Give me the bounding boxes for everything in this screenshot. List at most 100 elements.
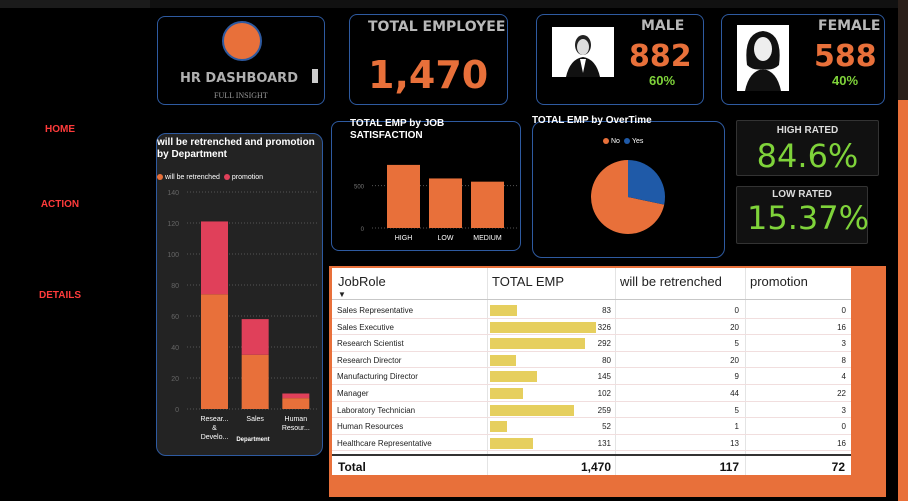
cell-retrenched: 5 (734, 339, 739, 349)
legend-dot-promotion (223, 174, 230, 181)
table-row[interactable]: Human Resources 52 1 0 (332, 418, 851, 435)
y-tick-label: 0 (175, 407, 179, 414)
cell-total-emp: 83 (602, 306, 611, 315)
bar-medium[interactable] (471, 181, 504, 228)
table-row[interactable]: Research Scientist 292 5 3 (332, 335, 851, 352)
legend-label-promotion: promotion (231, 174, 264, 181)
total-emp-databar (490, 338, 585, 350)
x-tick-label: LOW (438, 235, 454, 242)
bar-retrenched[interactable] (201, 294, 228, 409)
table-row[interactable]: Healthcare Representative 131 13 16 (332, 435, 851, 452)
cell-retrenched: 44 (730, 389, 739, 398)
bar-promotion[interactable] (282, 393, 310, 399)
bar-high[interactable] (387, 164, 420, 228)
table-row[interactable]: Sales Representative 83 0 0 (332, 302, 851, 319)
department-chart-plot: 0 20 40 60 80 100 120 140 Resear... & Develo... Sal… (167, 190, 319, 443)
female-title: FEMALE (818, 18, 881, 34)
cell-total-emp: 326 (597, 322, 611, 332)
legend-item-yes: Yes (623, 138, 643, 145)
cell-promotion: 3 (841, 339, 846, 349)
bar-retrenched[interactable] (282, 398, 310, 409)
male-card: MALE 882 60% (536, 14, 704, 105)
cell-jobrole: Sales Executive (337, 322, 394, 332)
cell-jobrole: Research Director (337, 355, 402, 365)
cell-jobrole: Manager (337, 389, 369, 398)
legend-item-no: No (603, 138, 620, 145)
sort-arrow-icon[interactable]: ▼ (338, 290, 346, 299)
top-bar (0, 0, 908, 8)
bar-retrenched[interactable] (241, 354, 269, 409)
x-tick-label: Develo... (201, 434, 229, 441)
high-rated-card: HIGH RATED 84.6% (736, 120, 879, 176)
header-total-emp[interactable]: TOTAL EMP (492, 274, 564, 289)
female-avatar (737, 25, 789, 91)
legend-dot-retrenched (157, 174, 163, 181)
table-header: JobRole ▼ TOTAL EMP will be retrenched p… (332, 268, 851, 300)
male-avatar-icon (552, 27, 614, 77)
table-total-row: Total 1,470 117 72 (332, 454, 851, 476)
cell-promotion: 0 (841, 306, 846, 315)
logo-icon (222, 21, 262, 61)
table-row[interactable]: Manufacturing Director 145 9 4 (332, 368, 851, 385)
department-chart-card: will be retrenched and promotion by Depa… (156, 133, 323, 456)
total-emp-databar (490, 371, 538, 383)
dashboard-subtitle: FULL INSIGHT (214, 91, 268, 100)
x-tick-label: Sales (246, 416, 264, 423)
overtime-legend: No Yes (603, 138, 643, 145)
department-chart-legend: will be retrenched promotion (157, 174, 263, 181)
male-title: MALE (641, 18, 685, 34)
total-label: Total (338, 460, 366, 474)
cell-jobrole: Healthcare Representative (337, 438, 432, 448)
y-tick-label: 60 (171, 314, 179, 321)
nav-details[interactable]: DETAILS (0, 290, 120, 301)
cell-jobrole: Sales Representative (337, 306, 414, 315)
high-rated-title: HIGH RATED (776, 125, 839, 136)
legend-label-no: No (611, 138, 620, 145)
y-tick-label: 500 (354, 185, 365, 191)
table-row[interactable]: Research Director 80 20 8 (332, 352, 851, 369)
header-promotion[interactable]: promotion (750, 274, 808, 289)
y-tick-label: 100 (167, 252, 179, 259)
table-row[interactable]: Laboratory Technician 259 5 3 (332, 402, 851, 419)
pie-slice-yes[interactable] (628, 160, 665, 205)
bar-promotion[interactable] (241, 319, 269, 355)
male-avatar (552, 27, 614, 77)
logo-card: HR DASHBOARD FULL INSIGHT (157, 16, 325, 105)
cell-total-emp: 80 (602, 355, 611, 365)
right-strip-dark-segment (898, 0, 908, 100)
jobrole-table-frame: JobRole ▼ TOTAL EMP will be retrenched p… (329, 266, 886, 497)
cell-retrenched: 9 (734, 372, 739, 382)
cell-retrenched: 20 (730, 355, 739, 365)
cell-promotion: 16 (837, 438, 846, 448)
header-jobrole[interactable]: JobRole (338, 274, 386, 289)
table-row[interactable]: Sales Executive 326 20 16 (332, 319, 851, 336)
nav-action[interactable]: ACTION (0, 199, 120, 210)
nav-home[interactable]: HOME (0, 124, 120, 135)
x-tick-label: MEDIUM (473, 235, 502, 242)
cell-total-emp: 131 (597, 438, 611, 448)
right-accent-strip (898, 0, 908, 501)
overtime-title: TOTAL EMP by OverTime (532, 115, 652, 126)
jobrole-table: JobRole ▼ TOTAL EMP will be retrenched p… (332, 268, 851, 475)
total-emp-databar (490, 321, 596, 333)
overtime-pie (591, 160, 665, 234)
y-tick-label: 80 (171, 283, 179, 290)
dashboard-title: HR DASHBOARD (180, 71, 298, 86)
cell-total-emp: 102 (597, 389, 611, 398)
overtime-card: TOTAL EMP by OverTime No Yes (532, 115, 725, 258)
table-row[interactable]: Manager 102 44 22 (332, 385, 851, 402)
y-tick-label: 40 (171, 345, 179, 352)
bar-promotion[interactable] (201, 221, 228, 295)
x-tick-label: Resour... (282, 425, 310, 432)
total-employee-value: 1,470 (368, 53, 489, 97)
bar-low[interactable] (429, 178, 462, 228)
header-retrenched[interactable]: will be retrenched (620, 274, 722, 289)
x-tick-label: HIGH (395, 235, 413, 242)
low-rated-value: 15.37% (746, 199, 869, 237)
y-tick-label: 140 (167, 190, 179, 197)
job-satisfaction-title: TOTAL EMP by JOB SATISFACTION (350, 118, 445, 141)
department-chart-title: will be retrenched and promotion by Depa… (157, 137, 315, 160)
y-tick-label: 20 (171, 376, 179, 383)
female-value: 588 (814, 39, 877, 74)
cell-retrenched: 13 (730, 438, 739, 448)
